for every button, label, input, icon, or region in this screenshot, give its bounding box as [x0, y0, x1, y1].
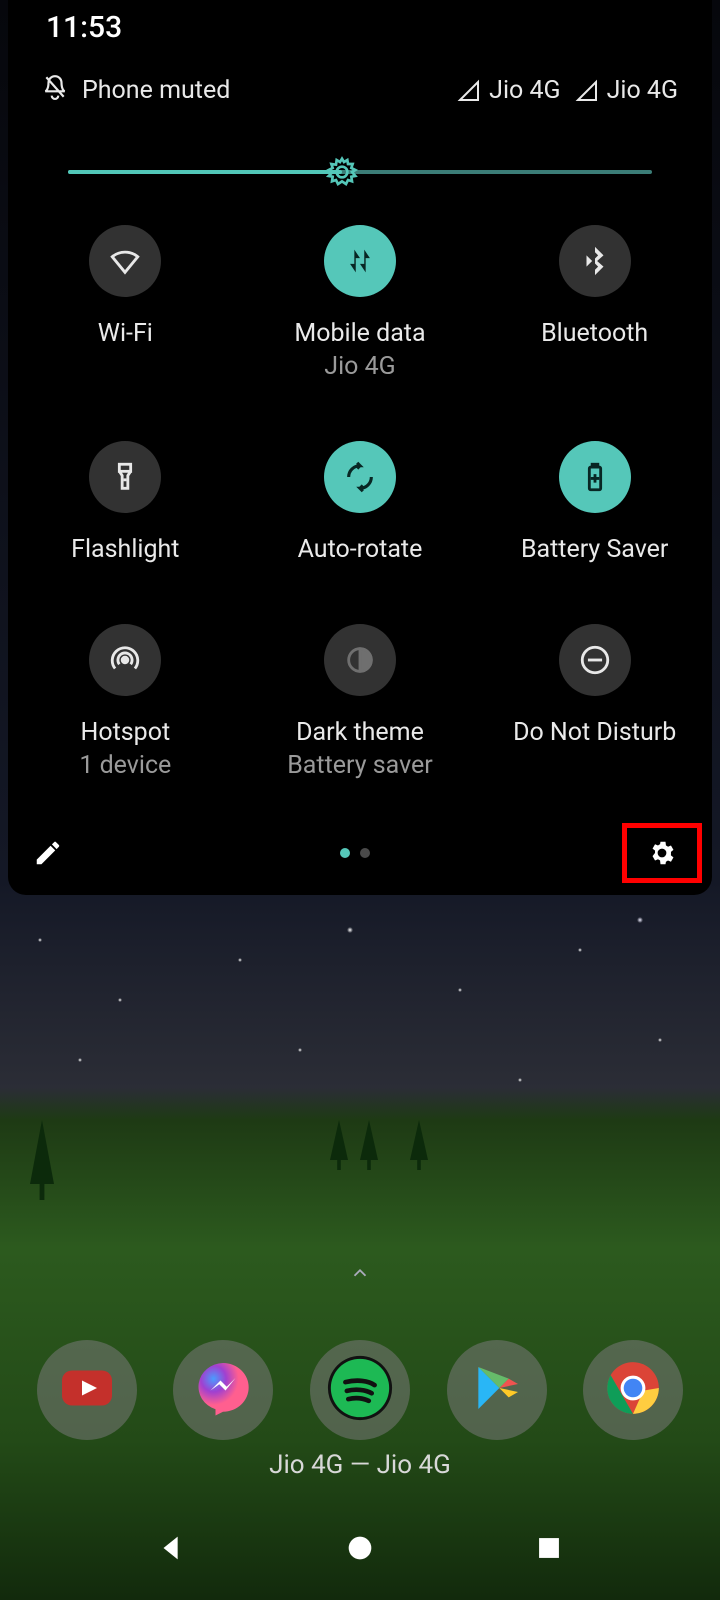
app-messenger[interactable] — [173, 1340, 273, 1440]
sim2-signal: Jio 4G — [575, 76, 678, 105]
sim1-signal: Jio 4G — [457, 76, 560, 105]
wifi-icon — [89, 225, 161, 297]
gear-icon — [647, 838, 677, 868]
sim2-label: Jio 4G — [607, 76, 678, 105]
darktheme-icon — [324, 624, 396, 696]
tile-label: Wi-Fi — [98, 319, 153, 348]
app-playstore[interactable] — [447, 1340, 547, 1440]
chrome-icon — [602, 1357, 664, 1423]
tile-label: Flashlight — [71, 535, 179, 564]
page-dot — [340, 848, 350, 858]
hotspot-icon — [89, 624, 161, 696]
tile-sublabel: 1 device — [79, 751, 171, 780]
tile-darktheme[interactable]: Dark theme Battery saver — [243, 624, 478, 780]
tile-label: Do Not Disturb — [513, 718, 676, 747]
signal-icon — [575, 79, 599, 103]
mobiledata-icon — [324, 225, 396, 297]
flashlight-icon — [89, 441, 161, 513]
signal-icon — [457, 79, 481, 103]
page-dot — [360, 848, 370, 858]
tile-wifi[interactable]: Wi-Fi — [8, 225, 243, 381]
tile-label: Hotspot — [81, 718, 171, 747]
tile-label: Mobile data — [294, 319, 425, 348]
quick-settings-panel: 11:53 Phone muted Jio 4G Jio 4G Wi-FiM — [8, 0, 712, 895]
tile-flashlight[interactable]: Flashlight — [8, 441, 243, 564]
recents-button[interactable] — [532, 1531, 566, 1569]
tile-sublabel: Jio 4G — [324, 352, 395, 381]
expand-handle-icon[interactable] — [349, 1262, 371, 1288]
status-clock: 11:53 — [46, 10, 122, 45]
phone-muted-label: Phone muted — [82, 76, 230, 105]
app-chrome[interactable] — [583, 1340, 683, 1440]
app-spotify[interactable] — [310, 1340, 410, 1440]
messenger-icon — [193, 1358, 253, 1422]
tile-mobiledata[interactable]: Mobile data Jio 4G — [243, 225, 478, 381]
tile-label: Dark theme — [296, 718, 424, 747]
sim1-label: Jio 4G — [489, 76, 560, 105]
youtube-icon — [57, 1358, 117, 1422]
edit-tiles-button[interactable] — [8, 838, 88, 868]
tile-bluetooth[interactable]: Bluetooth — [477, 225, 712, 381]
settings-button[interactable] — [622, 823, 702, 883]
bell-off-icon — [42, 74, 68, 107]
tile-batterysaver[interactable]: Battery Saver — [477, 441, 712, 564]
app-youtube[interactable] — [37, 1340, 137, 1440]
status-row: Phone muted Jio 4G Jio 4G — [42, 74, 678, 107]
pencil-icon — [33, 838, 63, 868]
back-button[interactable] — [155, 1531, 189, 1569]
spotify-icon — [325, 1353, 395, 1427]
tile-hotspot[interactable]: Hotspot 1 device — [8, 624, 243, 780]
autorotate-icon — [324, 441, 396, 513]
carrier-line: Jio 4G — Jio 4G — [0, 1450, 720, 1480]
tile-label: Auto-rotate — [298, 535, 423, 564]
brightness-thumb-icon[interactable] — [326, 156, 358, 188]
dock — [0, 1340, 720, 1440]
playstore-icon — [469, 1360, 525, 1420]
page-indicator — [88, 848, 622, 858]
navigation-bar — [0, 1520, 720, 1580]
brightness-slider[interactable] — [68, 160, 652, 184]
tile-dnd[interactable]: Do Not Disturb — [477, 624, 712, 780]
tile-label: Bluetooth — [541, 319, 648, 348]
dnd-icon — [559, 624, 631, 696]
tile-autorotate[interactable]: Auto-rotate — [243, 441, 478, 564]
tile-label: Battery Saver — [521, 535, 668, 564]
home-button[interactable] — [343, 1531, 377, 1569]
bluetooth-icon — [559, 225, 631, 297]
tile-sublabel: Battery saver — [287, 751, 433, 780]
batterysaver-icon — [559, 441, 631, 513]
